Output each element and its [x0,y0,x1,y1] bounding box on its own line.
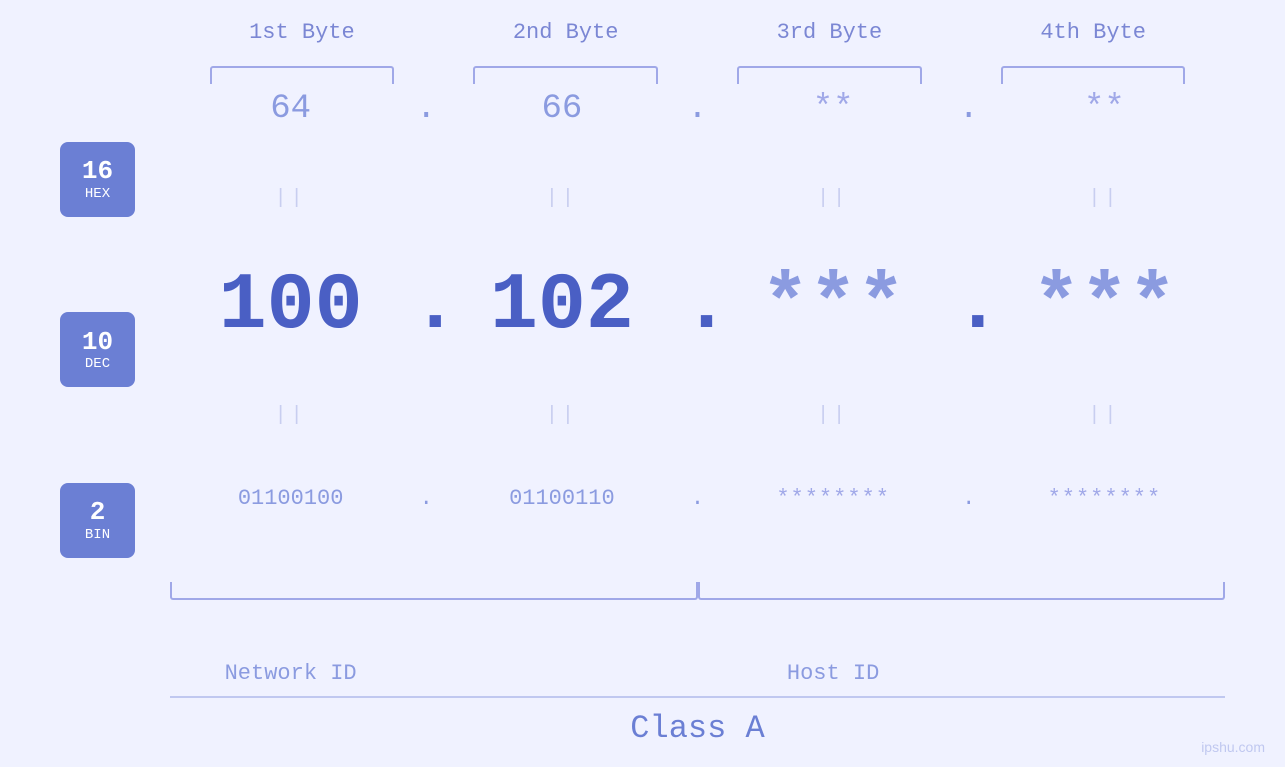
dec-val-2: 102 [441,267,682,347]
watermark: ipshu.com [1201,739,1265,755]
bracket-network [170,582,698,600]
dec-dot-3: . [954,267,984,347]
hex-dot-1: . [411,90,441,128]
bin-val-1: 01100100 [170,486,411,511]
bin-row: 01100100 . 01100110 . ******** . *******… [170,480,1225,517]
bin-val-3: ******** [713,486,954,511]
badge-hex: 16 HEX [60,142,135,217]
pipe-4: || [984,187,1225,210]
pipe-row-2: || || || || [170,404,1225,427]
badges-column: 16 HEX 10 DEC 2 BIN [60,84,170,686]
pipe-1: || [170,187,411,210]
bin-dot-2: . [683,486,713,511]
top-bracket-2 [473,66,658,84]
hex-val-2: 66 [441,90,682,128]
dec-row: 100 . 102 . *** . *** [170,263,1225,351]
main-container: 1st Byte 2nd Byte 3rd Byte 4th Byte [0,0,1285,767]
class-divider: Class A [170,696,1225,747]
pipe-3: || [713,187,954,210]
hex-val-1: 64 [170,90,411,128]
bin-dot-3: . [954,486,984,511]
id-labels: Network ID Host ID [170,661,1225,686]
hex-dot-2: . [683,90,713,128]
hex-dot-3: . [954,90,984,128]
byte-label-1: 1st Byte [170,20,434,45]
dec-dot-1: . [411,267,441,347]
byte-label-3: 3rd Byte [698,20,962,45]
pipe-6: || [441,404,682,427]
top-bracket-3 [737,66,922,84]
byte-label-2: 2nd Byte [434,20,698,45]
class-section: Class A [60,696,1225,747]
bottom-brackets [170,574,1225,600]
bin-val-4: ******** [984,486,1225,511]
top-bracket-1 [210,66,395,84]
class-label: Class A [170,710,1225,747]
dec-val-1: 100 [170,267,411,347]
byte-label-4: 4th Byte [961,20,1225,45]
top-bracket-4 [1001,66,1186,84]
badge-bin: 2 BIN [60,483,135,558]
dec-val-3: *** [713,267,954,347]
hex-row: 64 . 66 . ** . ** [170,84,1225,134]
host-id-label: Host ID [713,661,954,686]
pipe-7: || [713,404,954,427]
badge-dec: 10 DEC [60,312,135,387]
bin-val-2: 01100110 [441,486,682,511]
pipe-8: || [984,404,1225,427]
pipe-5: || [170,404,411,427]
dec-val-4: *** [984,267,1225,347]
pipe-row-1: || || || || [170,187,1225,210]
pipe-2: || [441,187,682,210]
network-id-label: Network ID [170,661,411,686]
dec-dot-2: . [683,267,713,347]
hex-val-4: ** [984,90,1225,128]
bin-dot-1: . [411,486,441,511]
bracket-host [698,582,1226,600]
hex-val-3: ** [713,90,954,128]
